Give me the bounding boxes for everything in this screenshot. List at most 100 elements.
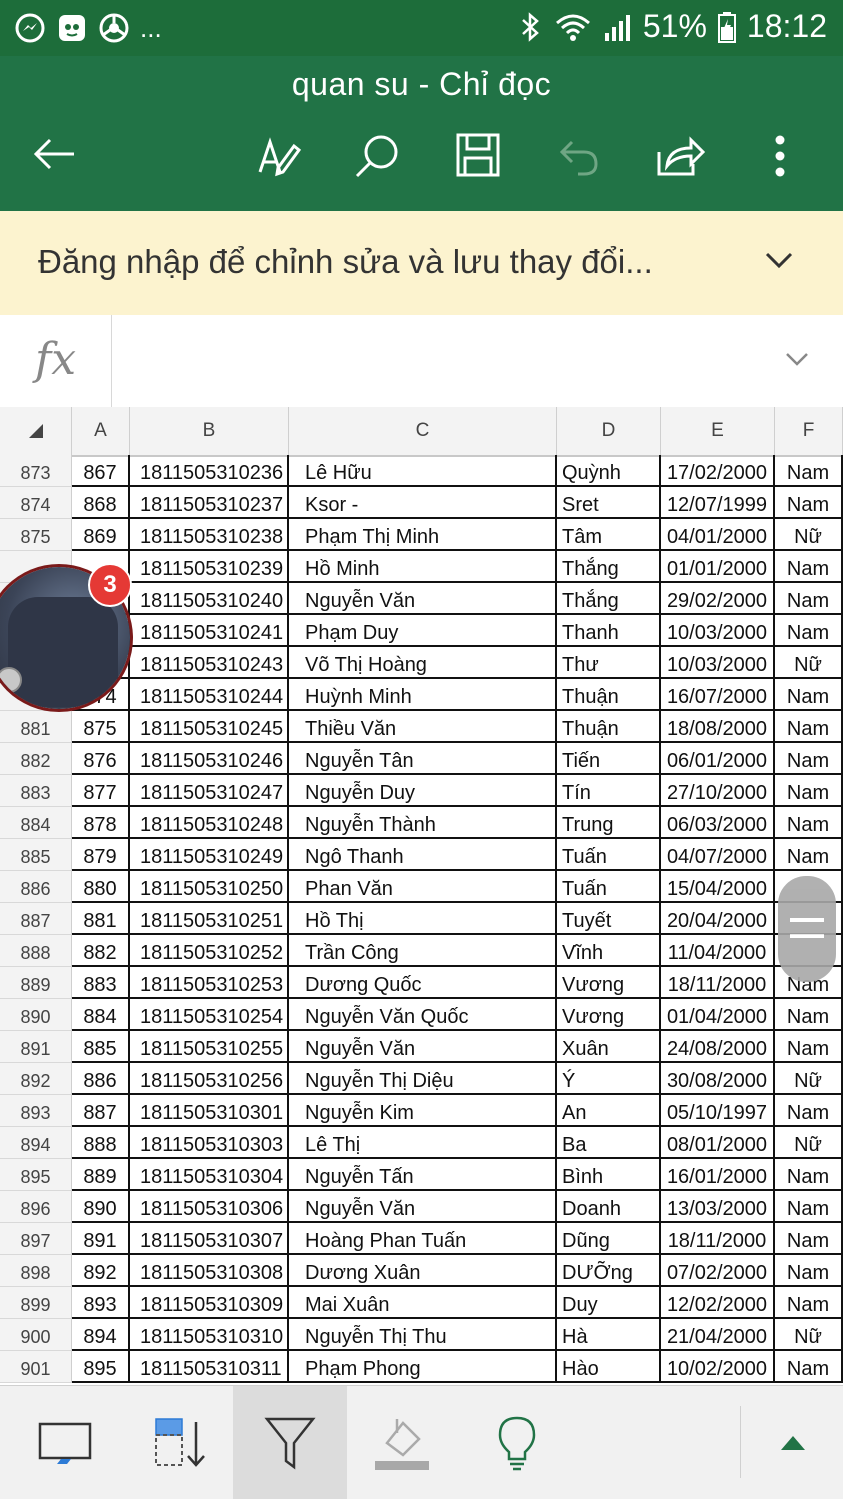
cell-b[interactable]: 1811505310241 bbox=[130, 615, 289, 647]
cell-f[interactable]: Nam bbox=[775, 743, 843, 775]
row-number[interactable]: 882 bbox=[0, 743, 72, 775]
row-number[interactable]: 897 bbox=[0, 1223, 72, 1255]
cell-a[interactable]: 882 bbox=[72, 935, 130, 967]
edit-text-icon[interactable] bbox=[256, 132, 302, 178]
cell-a[interactable]: 895 bbox=[72, 1351, 130, 1383]
row-number[interactable]: 900 bbox=[0, 1319, 72, 1351]
cell-b[interactable]: 1811505310249 bbox=[130, 839, 289, 871]
cell-e[interactable]: 10/03/2000 bbox=[661, 615, 775, 647]
cell-f[interactable]: Nam bbox=[775, 807, 843, 839]
cell-b[interactable]: 1811505310252 bbox=[130, 935, 289, 967]
cell-b[interactable]: 1811505310236 bbox=[130, 455, 289, 487]
cell-c[interactable]: Hoàng Phan Tuấn bbox=[289, 1223, 557, 1255]
table-row[interactable]: 887 881 1811505310251 Hồ Thị Tuyết 20/04/2000 bbox=[0, 903, 843, 935]
cell-e[interactable]: 12/02/2000 bbox=[661, 1287, 775, 1319]
cell-d[interactable]: Dũng bbox=[557, 1223, 661, 1255]
cell-c[interactable]: Lê Thị bbox=[289, 1127, 557, 1159]
cell-c[interactable]: Phạm Phong bbox=[289, 1351, 557, 1383]
column-header-a[interactable]: A bbox=[72, 407, 130, 455]
cell-c[interactable]: Nguyễn Thị Thu bbox=[289, 1319, 557, 1351]
cell-c[interactable]: Dương Quốc bbox=[289, 967, 557, 999]
more-options-icon[interactable] bbox=[772, 134, 788, 178]
cell-e[interactable]: 08/01/2000 bbox=[661, 1127, 775, 1159]
cell-e[interactable]: 24/08/2000 bbox=[661, 1031, 775, 1063]
table-row[interactable]: 897 891 1811505310307 Hoàng Phan Tuấn Dũng 18… bbox=[0, 1223, 843, 1255]
cell-e[interactable]: 04/01/2000 bbox=[661, 519, 775, 551]
formula-bar[interactable]: fx bbox=[0, 315, 843, 408]
cell-e[interactable]: 06/03/2000 bbox=[661, 807, 775, 839]
table-row[interactable]: 890 884 1811505310254 Nguyễn Văn Quốc Vương 0… bbox=[0, 999, 843, 1031]
table-row[interactable]: 899 893 1811505310309 Mai Xuân Duy 12/02/2000… bbox=[0, 1287, 843, 1319]
cell-f[interactable]: Nữ bbox=[775, 519, 843, 551]
cell-a[interactable]: 868 bbox=[72, 487, 130, 519]
table-row[interactable]: 888 882 1811505310252 Trần Công Vĩnh 11/04/20… bbox=[0, 935, 843, 967]
cell-a[interactable]: 869 bbox=[72, 519, 130, 551]
cell-d[interactable]: Ba bbox=[557, 1127, 661, 1159]
cell-d[interactable]: Thuận bbox=[557, 711, 661, 743]
cell-a[interactable]: 867 bbox=[72, 455, 130, 487]
table-row[interactable]: 892 886 1811505310256 Nguyễn Thị Diệu Ý 30/08… bbox=[0, 1063, 843, 1095]
cell-f[interactable]: Nam bbox=[775, 711, 843, 743]
cell-e[interactable]: 16/01/2000 bbox=[661, 1159, 775, 1191]
cell-a[interactable]: 892 bbox=[72, 1255, 130, 1287]
cell-a[interactable]: 877 bbox=[72, 775, 130, 807]
cell-f[interactable]: Nam bbox=[775, 583, 843, 615]
screen-button[interactable] bbox=[0, 1386, 130, 1499]
cell-f[interactable]: Nam bbox=[775, 1223, 843, 1255]
cell-c[interactable]: Hồ Minh bbox=[289, 551, 557, 583]
cell-a[interactable]: 878 bbox=[72, 807, 130, 839]
table-row[interactable]: 884 878 1811505310248 Nguyễn Thành Trung 06/0… bbox=[0, 807, 843, 839]
cell-d[interactable]: Doanh bbox=[557, 1191, 661, 1223]
cell-b[interactable]: 1811505310253 bbox=[130, 967, 289, 999]
column-header-e[interactable]: E bbox=[661, 407, 775, 455]
cell-e[interactable]: 01/04/2000 bbox=[661, 999, 775, 1031]
cell-a[interactable]: 887 bbox=[72, 1095, 130, 1127]
cell-d[interactable]: Hào bbox=[557, 1351, 661, 1383]
cell-a[interactable]: 884 bbox=[72, 999, 130, 1031]
cell-d[interactable]: Tuấn bbox=[557, 871, 661, 903]
cell-a[interactable]: 891 bbox=[72, 1223, 130, 1255]
cell-c[interactable]: Nguyễn Tân bbox=[289, 743, 557, 775]
cell-f[interactable]: Nữ bbox=[775, 1063, 843, 1095]
cell-e[interactable]: 05/10/1997 bbox=[661, 1095, 775, 1127]
cell-e[interactable]: 01/01/2000 bbox=[661, 551, 775, 583]
cell-c[interactable]: Ksor - bbox=[289, 487, 557, 519]
expand-ribbon-button[interactable] bbox=[743, 1386, 843, 1499]
row-number[interactable]: 885 bbox=[0, 839, 72, 871]
row-number[interactable]: 896 bbox=[0, 1191, 72, 1223]
cell-e[interactable]: 16/07/2000 bbox=[661, 679, 775, 711]
cell-d[interactable]: Duy bbox=[557, 1287, 661, 1319]
cell-b[interactable]: 1811505310311 bbox=[130, 1351, 289, 1383]
cell-d[interactable]: Hà bbox=[557, 1319, 661, 1351]
cell-a[interactable]: 889 bbox=[72, 1159, 130, 1191]
cell-b[interactable]: 1811505310250 bbox=[130, 871, 289, 903]
filter-button[interactable] bbox=[233, 1386, 347, 1499]
cell-b[interactable]: 1811505310245 bbox=[130, 711, 289, 743]
cell-f[interactable]: Nam bbox=[775, 839, 843, 871]
column-header-c[interactable]: C bbox=[289, 407, 557, 455]
table-row[interactable]: 900 894 1811505310310 Nguyễn Thị Thu Hà 21/04… bbox=[0, 1319, 843, 1351]
cell-d[interactable]: Sret bbox=[557, 487, 661, 519]
cell-b[interactable]: 1811505310239 bbox=[130, 551, 289, 583]
column-header-d[interactable]: D bbox=[557, 407, 661, 455]
cell-e[interactable]: 12/07/1999 bbox=[661, 487, 775, 519]
table-row[interactable]: 881 875 1811505310245 Thiều Văn Thuận 18/08/2… bbox=[0, 711, 843, 743]
cell-c[interactable]: Ngô Thanh bbox=[289, 839, 557, 871]
tell-me-button[interactable] bbox=[457, 1386, 577, 1499]
cell-a[interactable]: 893 bbox=[72, 1287, 130, 1319]
cell-e[interactable]: 06/01/2000 bbox=[661, 743, 775, 775]
cell-c[interactable]: Nguyễn Kim bbox=[289, 1095, 557, 1127]
search-icon[interactable] bbox=[353, 132, 401, 180]
cell-d[interactable]: Tâm bbox=[557, 519, 661, 551]
cell-d[interactable]: Thư bbox=[557, 647, 661, 679]
cell-f[interactable]: Nam bbox=[775, 775, 843, 807]
cell-e[interactable]: 29/02/2000 bbox=[661, 583, 775, 615]
row-number[interactable]: 875 bbox=[0, 519, 72, 551]
cell-f[interactable]: Nam bbox=[775, 1351, 843, 1383]
cell-a[interactable]: 894 bbox=[72, 1319, 130, 1351]
cell-f[interactable]: Nam bbox=[775, 615, 843, 647]
row-number[interactable]: 881 bbox=[0, 711, 72, 743]
cell-e[interactable]: 18/11/2000 bbox=[661, 1223, 775, 1255]
cell-a[interactable]: 880 bbox=[72, 871, 130, 903]
cell-c[interactable]: Thiều Văn bbox=[289, 711, 557, 743]
